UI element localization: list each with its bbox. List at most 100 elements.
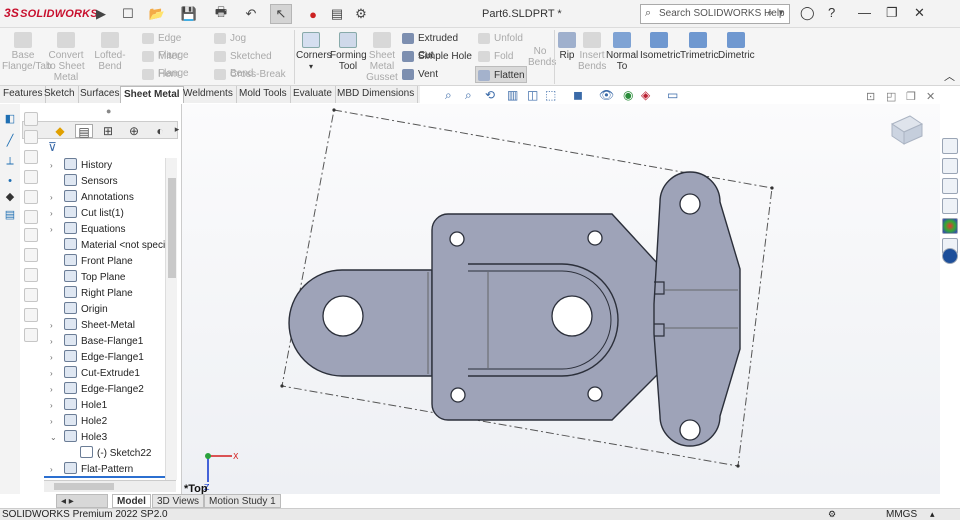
- panel-grip-icon[interactable]: ●: [106, 106, 111, 116]
- zoom-to-area-icon[interactable]: ⌕: [465, 88, 472, 103]
- corners-button[interactable]: Corners ▾: [296, 32, 332, 72]
- tab-sketch[interactable]: Sketch: [41, 86, 79, 103]
- restore-icon[interactable]: ❐: [886, 5, 898, 21]
- print-icon[interactable]: 🖶: [210, 4, 232, 24]
- tree-scrollbar[interactable]: [165, 158, 177, 480]
- tree-item[interactable]: Front Plane: [64, 254, 133, 270]
- tab-sheet-metal[interactable]: Sheet Metal: [120, 86, 184, 103]
- previous-view-icon[interactable]: ⟲: [485, 88, 495, 102]
- jog-button[interactable]: Jog: [212, 30, 292, 47]
- tree-item[interactable]: Top Plane: [64, 270, 125, 286]
- expand-icon[interactable]: ›: [50, 206, 53, 222]
- normal-to-button[interactable]: Normal To: [606, 32, 638, 72]
- convert-sheet-metal-button[interactable]: Convert to Sheet Metal: [46, 32, 86, 83]
- smart-dim-icon[interactable]: ⟂: [3, 154, 17, 168]
- reference-icon[interactable]: ◆: [3, 190, 17, 204]
- lofted-bend-button[interactable]: Lofted-Bend: [86, 32, 134, 72]
- expand-icon[interactable]: ›: [50, 222, 53, 238]
- open-icon[interactable]: 📂: [146, 4, 168, 24]
- flatten-button[interactable]: Flatten: [475, 66, 527, 83]
- no-bends-button[interactable]: No Bends: [528, 46, 556, 68]
- tree-item[interactable]: ⌄ Hole3: [50, 430, 107, 446]
- simple-hole-button[interactable]: Simple Hole: [400, 48, 472, 65]
- viewport-split-icon[interactable]: ⊡: [866, 90, 875, 103]
- home-icon[interactable]: [942, 138, 958, 154]
- new-doc-icon[interactable]: ☐: [117, 4, 139, 24]
- file-props-icon[interactable]: ▤: [326, 4, 348, 24]
- expand-icon[interactable]: ›: [50, 366, 53, 382]
- tree-horizontal-scrollbar[interactable]: [44, 480, 176, 492]
- tab-motion-study[interactable]: Motion Study 1: [204, 494, 281, 508]
- expand-icon[interactable]: ›: [50, 350, 53, 366]
- tree-item[interactable]: Right Plane: [64, 286, 133, 302]
- scroll-thumb[interactable]: [54, 483, 114, 490]
- display-manager-icon[interactable]: ◐: [151, 124, 169, 138]
- graphics-area[interactable]: [182, 104, 940, 494]
- scene-icon[interactable]: ◈: [641, 88, 650, 102]
- expand-icon[interactable]: ›: [50, 334, 53, 350]
- expand-icon[interactable]: ›: [50, 414, 53, 430]
- miter-flange-button[interactable]: Miter Flange: [140, 48, 208, 79]
- help-icon[interactable]: ?: [828, 5, 835, 20]
- community-icon[interactable]: [942, 248, 958, 264]
- view-settings-icon[interactable]: ▭: [667, 88, 678, 102]
- display-style-icon[interactable]: ◼: [573, 88, 583, 102]
- search-input[interactable]: ⌕ Search SOLIDWORKS Help ⌕ ▼: [640, 4, 790, 24]
- feature-manager-icon[interactable]: ◆: [51, 124, 69, 138]
- options-icon[interactable]: ⚙: [350, 4, 372, 24]
- insert-bends-button[interactable]: Insert Bends: [578, 32, 606, 72]
- sketch-icon[interactable]: ◧: [3, 112, 17, 126]
- user-icon[interactable]: ◯: [800, 5, 815, 21]
- rip-button[interactable]: Rip: [556, 32, 578, 61]
- instant3d-icon[interactable]: ▤: [3, 208, 17, 222]
- tree-item[interactable]: › Sheet-Metal: [50, 318, 135, 334]
- tab-mbd-dimensions[interactable]: MBD Dimensions: [334, 86, 419, 103]
- section-view-icon[interactable]: ▥: [507, 88, 518, 102]
- solidworks-logo[interactable]: 3SSOLIDWORKS: [4, 6, 98, 20]
- line-icon[interactable]: ╱: [3, 134, 17, 148]
- tree-item[interactable]: › Annotations: [50, 190, 134, 206]
- play-icon[interactable]: ▶: [90, 4, 112, 24]
- part-viewport[interactable]: [182, 104, 940, 494]
- tree-item[interactable]: › Edge-Flange1: [50, 350, 144, 366]
- tree-item[interactable]: › History: [50, 158, 112, 174]
- viewport-tile-icon[interactable]: ◰: [886, 90, 896, 103]
- viewport-close-icon[interactable]: ✕: [926, 90, 935, 103]
- select-icon[interactable]: ↖: [270, 4, 292, 24]
- tree-item[interactable]: Sensors: [64, 174, 118, 190]
- close-icon[interactable]: ✕: [914, 5, 925, 21]
- traffic-light-icon[interactable]: ●: [302, 4, 324, 24]
- point-icon[interactable]: •: [3, 174, 17, 188]
- expand-icon[interactable]: ›: [50, 398, 53, 414]
- forming-tool-button[interactable]: Forming Tool: [330, 32, 367, 72]
- undo-icon[interactable]: ↶: [240, 4, 262, 24]
- tree-item[interactable]: › Equations: [50, 222, 125, 238]
- base-flange-button[interactable]: Base Flange/Tab: [2, 32, 51, 72]
- viewport-restore-icon[interactable]: ❐: [906, 90, 916, 103]
- tab-weldments[interactable]: Weldments: [180, 86, 237, 103]
- tab-scroll-arrows[interactable]: ◂ ▸: [56, 494, 108, 508]
- tree-item[interactable]: › Base-Flange1: [50, 334, 143, 350]
- expand-icon[interactable]: ›: [50, 158, 53, 174]
- tree-item[interactable]: Origin: [64, 302, 108, 318]
- tab-mold-tools[interactable]: Mold Tools: [236, 86, 291, 103]
- rebuild-icon[interactable]: ⚙: [828, 509, 836, 520]
- file-explorer-icon[interactable]: [942, 178, 958, 194]
- zoom-to-fit-icon[interactable]: ⌕: [445, 88, 452, 103]
- hem-button[interactable]: Hem: [140, 66, 208, 83]
- tree-item[interactable]: › Cut list(1): [50, 206, 124, 222]
- cross-break-button[interactable]: Cross-Break: [212, 66, 292, 83]
- trimetric-button[interactable]: Trimetric: [680, 32, 719, 61]
- expand-icon[interactable]: ›: [50, 318, 53, 334]
- dimetric-button[interactable]: Dimetric: [718, 32, 755, 61]
- sketched-bend-button[interactable]: Sketched Bend: [212, 48, 292, 79]
- appearance-icon[interactable]: ◉: [623, 88, 633, 102]
- tree-item[interactable]: Material <not specifie: [64, 238, 176, 254]
- tab-3d-views[interactable]: 3D Views: [152, 494, 205, 508]
- fold-button[interactable]: Fold: [476, 48, 526, 65]
- sheet-metal-gusset-button[interactable]: Sheet Metal Gusset: [366, 32, 398, 83]
- vent-button[interactable]: Vent: [400, 66, 472, 83]
- tab-model[interactable]: Model: [112, 494, 151, 508]
- hide-show-icon[interactable]: 👁: [599, 88, 614, 102]
- tree-item[interactable]: › Hole2: [50, 414, 107, 430]
